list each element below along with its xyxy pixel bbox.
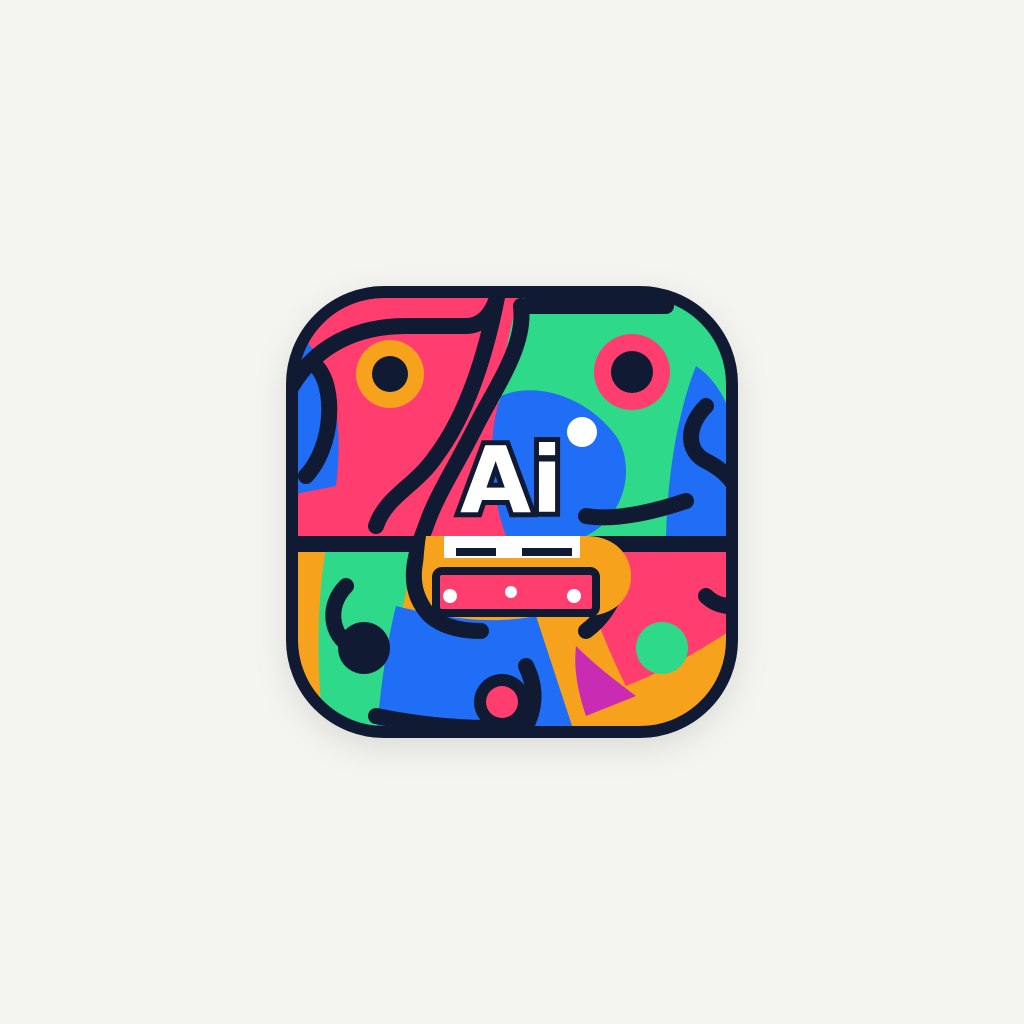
pink-dot-center — [486, 686, 518, 718]
icon-artwork: Ai — [292, 292, 732, 732]
i-dot — [567, 417, 597, 447]
device-light-3 — [567, 589, 581, 603]
device-slot-right — [522, 548, 572, 556]
app-icon-graphic: Ai — [286, 286, 738, 738]
device-light-1 — [443, 589, 457, 603]
ai-glyph-text: Ai — [460, 427, 563, 534]
canvas: Ai — [0, 0, 1024, 1024]
ai-app-icon: Ai — [286, 286, 738, 738]
yellow-eye-pupil — [372, 356, 408, 392]
green-dot — [636, 622, 688, 674]
dark-dot-lower-left — [338, 622, 390, 674]
device-light-2 — [505, 586, 517, 598]
pink-eye-pupil — [611, 351, 653, 393]
device-slot-left — [456, 548, 496, 556]
